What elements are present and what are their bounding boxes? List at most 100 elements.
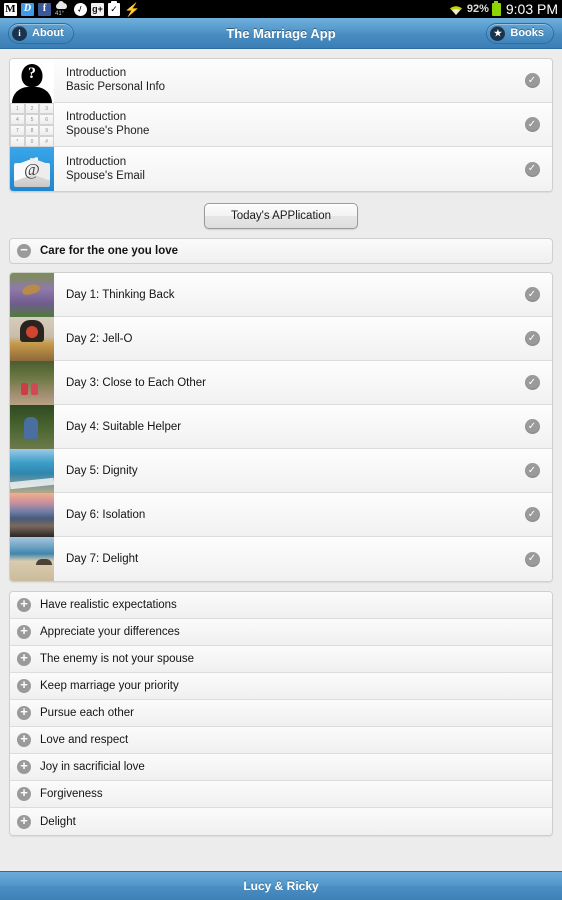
books-button[interactable]: ★ Books: [486, 22, 554, 44]
check-icon: ✓: [524, 117, 540, 132]
dropbox-icon: D: [21, 2, 34, 16]
list-item[interactable]: + Love and respect: [10, 727, 552, 754]
check-icon: ✓: [524, 375, 540, 390]
table-row[interactable]: Day 2: Jell-O ✓: [10, 317, 552, 361]
plus-icon: +: [17, 597, 31, 612]
beach-umbrella-photo: [10, 537, 54, 581]
day-title: Day 7: Delight: [66, 553, 139, 565]
table-row[interactable]: Day 6: Isolation ✓: [10, 493, 552, 537]
list-item[interactable]: + Pursue each other: [10, 700, 552, 727]
day-title: Day 6: Isolation: [66, 508, 146, 521]
list-item[interactable]: 1 2 3 4 5 6 7 8 9 * 0 # Introduction Spouse's Phone…: [10, 103, 552, 147]
google-plus-icon: g+: [91, 2, 104, 16]
check-icon: ✓: [524, 551, 540, 567]
android-status-bar: M D f 41° ✓ g+ ✓ ⚡ 92% 9:03 PM: [0, 0, 562, 18]
table-row[interactable]: Day 7: Delight ✓: [10, 537, 552, 581]
battery-icon: [491, 0, 501, 16]
dinner-table-photo: [10, 317, 54, 361]
keypad-key: *: [10, 136, 25, 147]
status-bar-system-icons: 92% 9:03 PM: [448, 0, 558, 17]
list-item[interactable]: + Keep marriage your priority: [10, 673, 552, 700]
check-circle-icon: ✓: [72, 0, 89, 18]
completed-check[interactable]: ✓: [512, 493, 552, 536]
todays-application-button[interactable]: Today's APPlication: [203, 203, 358, 229]
list-item-label: The enemy is not your spouse: [40, 653, 195, 665]
completed-check[interactable]: ✓: [512, 449, 552, 492]
completed-check[interactable]: ✓: [512, 537, 552, 581]
list-item-label: Delight: [40, 815, 76, 828]
list-item-label: Keep marriage your priority: [40, 680, 179, 692]
list-item-text: Introduction Spouse's Phone: [54, 103, 512, 146]
keypad-key: 1: [10, 103, 25, 114]
list-item[interactable]: ? Introduction Basic Personal Info ✓: [10, 59, 552, 103]
clock-label: 9:03 PM: [505, 1, 558, 17]
list-item-label: Pursue each other: [40, 707, 134, 719]
completed-check[interactable]: ✓: [512, 317, 552, 360]
facebook-icon: f: [38, 2, 51, 16]
completed-check[interactable]: ✓: [512, 59, 552, 102]
table-row[interactable]: Day 1: Thinking Back ✓: [10, 273, 552, 317]
completed-check[interactable]: ✓: [512, 405, 552, 448]
list-item-label: Appreciate your differences: [40, 626, 180, 638]
completed-check[interactable]: ✓: [512, 103, 552, 146]
table-row[interactable]: Day 3: Close to Each Other ✓: [10, 361, 552, 405]
check-icon: ✓: [524, 419, 540, 434]
weather-temp-label: 41°: [55, 10, 65, 17]
couple-creek-photo: [10, 361, 54, 405]
keypad-key: 0: [24, 136, 40, 147]
app-title-bar: i About The Marriage App ★ Books: [0, 18, 562, 49]
days-list-card: Day 1: Thinking Back ✓ Day 2: Jell-O ✓ Day 3…: [9, 272, 553, 582]
person-question-icon: ?: [10, 59, 54, 103]
completed-check[interactable]: ✓: [512, 361, 552, 404]
plus-icon: +: [17, 624, 31, 639]
list-item-title: Introduction: [66, 111, 127, 123]
completed-check[interactable]: ✓: [512, 147, 552, 191]
list-item[interactable]: @ Introduction Spouse's Email ✓: [10, 147, 552, 191]
day-title: Day 2: Jell-O: [66, 332, 133, 345]
footer-bar: Lucy & Ricky: [0, 871, 562, 900]
table-row[interactable]: Day 5: Dignity ✓: [10, 449, 552, 493]
email-at-icon: @: [10, 147, 54, 191]
keypad-key: #: [39, 136, 54, 147]
plus-icon: +: [17, 705, 31, 720]
check-icon: ✓: [524, 73, 540, 88]
tasks-icon: ✓: [108, 0, 120, 16]
list-item[interactable]: + Have realistic expectations: [10, 592, 552, 619]
collapsed-sections-card: + Have realistic expectations + Appreciate …: [9, 591, 553, 836]
list-item-title: Introduction: [66, 155, 127, 168]
list-item[interactable]: + Delight: [10, 808, 552, 835]
table-row[interactable]: Day 4: Suitable Helper ✓: [10, 405, 552, 449]
gmail-icon: M: [4, 2, 17, 16]
list-item-label: Joy in sacrificial love: [40, 761, 145, 773]
day-title: Day 4: Suitable Helper: [66, 420, 182, 433]
day-title: Day 3: Close to Each Other: [66, 376, 206, 389]
butterfly-lavender-photo: [10, 273, 54, 317]
list-item-text: Introduction Spouse's Email: [54, 147, 512, 191]
list-item[interactable]: + Appreciate your differences: [10, 619, 552, 646]
completed-check[interactable]: ✓: [512, 273, 552, 316]
keypad-icon: 1 2 3 4 5 6 7 8 9 * 0 #: [10, 103, 54, 147]
todays-application-container: Today's APPlication: [0, 192, 562, 238]
keypad-key: 9: [39, 125, 54, 136]
keypad-key: 8: [24, 125, 40, 136]
check-icon: ✓: [524, 463, 540, 478]
minus-icon: −: [17, 243, 31, 258]
section-header-care-for-the-one-you-love[interactable]: − Care for the one you love: [9, 238, 553, 264]
about-button[interactable]: i About: [8, 22, 74, 44]
footer-label: Lucy & Ricky: [243, 879, 319, 893]
list-item[interactable]: + The enemy is not your spouse: [10, 646, 552, 673]
keypad-key: 5: [24, 114, 40, 125]
sunset-beach-photo: [10, 493, 54, 537]
list-item[interactable]: + Forgiveness: [10, 781, 552, 808]
plus-icon: +: [17, 732, 31, 747]
coastline-photo: [10, 449, 54, 493]
keypad-key: 4: [10, 114, 25, 125]
list-item-label: Love and respect: [40, 734, 129, 746]
status-bar-notification-icons: M D f 41° ✓ g+ ✓ ⚡: [4, 0, 141, 18]
check-icon: ✓: [524, 287, 540, 302]
lightning-icon: ⚡: [124, 1, 141, 17]
list-item[interactable]: + Joy in sacrificial love: [10, 754, 552, 781]
about-button-label: About: [32, 27, 64, 39]
list-item-subtitle: Basic Personal Info: [66, 81, 166, 93]
plus-icon: +: [17, 651, 31, 666]
